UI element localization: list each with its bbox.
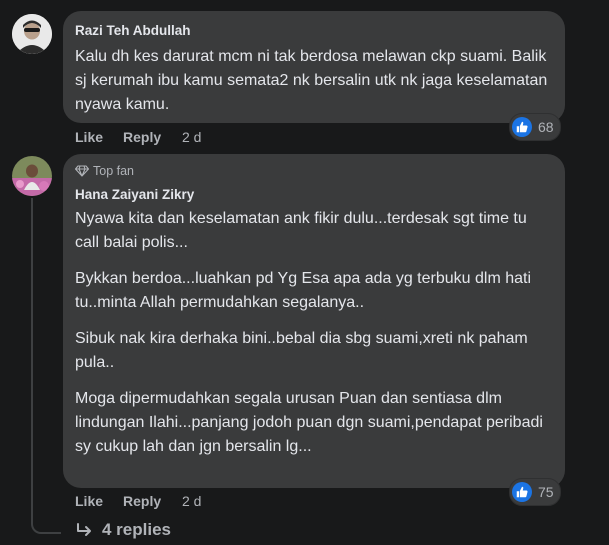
comment-actions: Like Reply 2 d xyxy=(75,129,275,147)
reply-arrow-icon xyxy=(76,522,93,538)
comment-paragraph: Sibuk nak kira derhaka bini..bebal dia s… xyxy=(75,330,528,371)
top-fan-badge: Top fan xyxy=(75,163,553,179)
view-replies-label[interactable]: 4 replies xyxy=(102,520,171,540)
like-icon xyxy=(512,117,532,137)
comment-timestamp[interactable]: 2 d xyxy=(182,493,201,509)
thread-connector xyxy=(31,198,61,534)
reply-button[interactable]: Reply xyxy=(123,129,161,145)
reaction-count: 68 xyxy=(538,119,554,135)
comment-bubble: Top fan Hana Zaiyani Zikry Nyawa kita da… xyxy=(63,154,565,488)
reply-button[interactable]: Reply xyxy=(123,493,161,509)
comment-paragraph: Bykkan berdoa...luahkan pd Yg Esa apa ad… xyxy=(75,270,532,311)
avatar[interactable] xyxy=(12,14,52,54)
like-icon xyxy=(512,482,532,502)
badge-label: Top fan xyxy=(93,164,135,178)
comment-paragraph: Kalu dh kes darurat mcm ni tak berdosa m… xyxy=(75,48,548,113)
comment-actions: Like Reply 2 d xyxy=(75,493,275,511)
reaction-count: 75 xyxy=(538,484,554,500)
comment-bubble: Razi Teh Abdullah Kalu dh kes darurat mc… xyxy=(63,11,565,123)
comment-text: Nyawa kita dan keselamatan ank fikir dul… xyxy=(75,207,553,459)
reaction-summary[interactable]: 75 xyxy=(509,478,561,506)
diamond-icon xyxy=(75,165,89,177)
reaction-summary[interactable]: 68 xyxy=(509,113,561,141)
avatar[interactable] xyxy=(12,156,52,196)
comment-text: Kalu dh kes darurat mcm ni tak berdosa m… xyxy=(75,45,553,117)
comment-paragraph: Nyawa kita dan keselamatan ank fikir dul… xyxy=(75,210,527,251)
comment-paragraph: Moga dipermudahkan segala urusan Puan da… xyxy=(75,390,543,455)
like-button[interactable]: Like xyxy=(75,493,103,509)
like-button[interactable]: Like xyxy=(75,129,103,145)
comment-author[interactable]: Hana Zaiyani Zikry xyxy=(75,186,553,204)
comment-author[interactable]: Razi Teh Abdullah xyxy=(75,22,553,40)
view-replies-link[interactable]: 4 replies xyxy=(76,520,171,540)
comment-timestamp[interactable]: 2 d xyxy=(182,129,201,145)
